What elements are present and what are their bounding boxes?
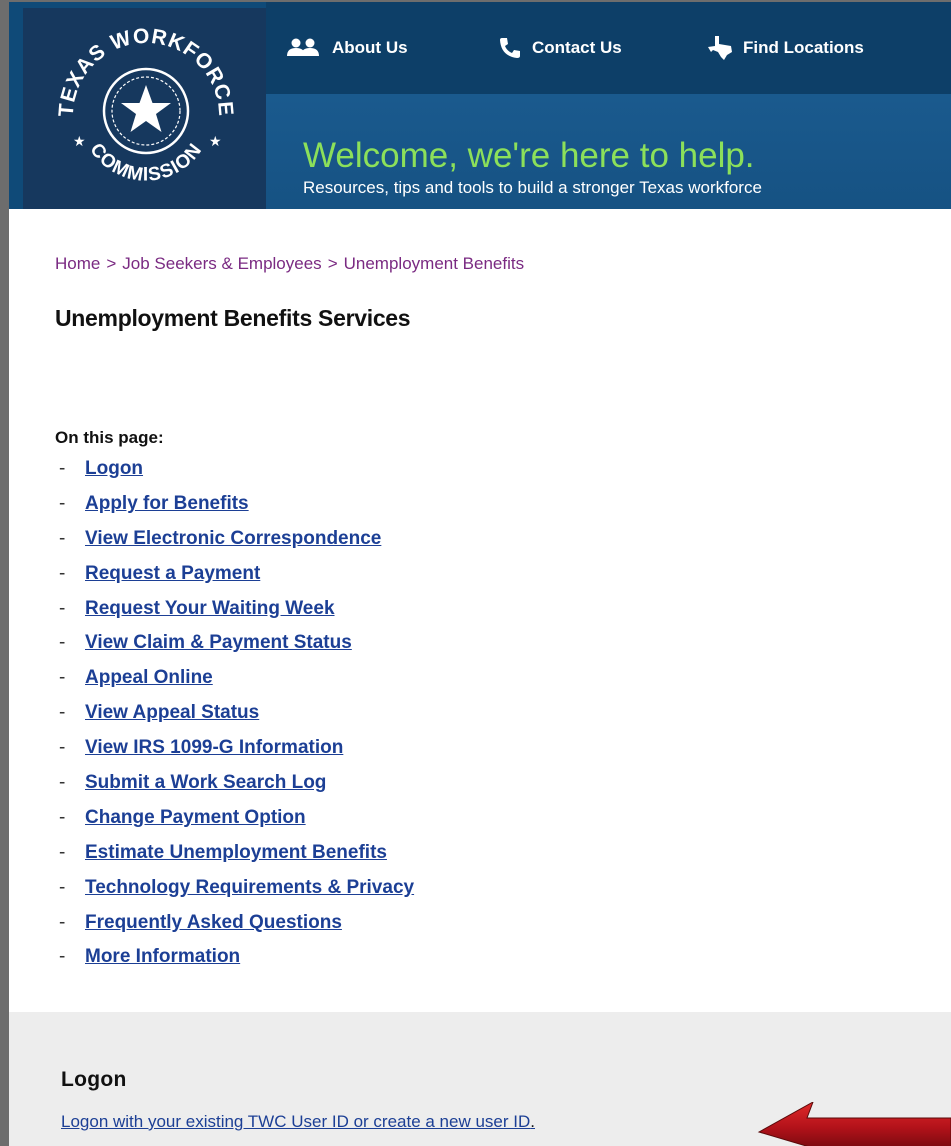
toc-link-view-irs-1099g[interactable]: View IRS 1099-G Information: [85, 737, 343, 759]
svg-text:★: ★: [209, 134, 222, 150]
list-dash: -: [59, 527, 66, 549]
logon-link[interactable]: Logon with your existing TWC User ID or …: [61, 1112, 530, 1131]
toc-link-request-waiting-week[interactable]: Request Your Waiting Week: [85, 598, 335, 620]
top-nav: About Us Contact Us Find Locations: [266, 2, 951, 94]
page-title: Unemployment Benefits Services: [55, 305, 411, 331]
welcome-heading: Welcome, we're here to help.: [303, 136, 755, 175]
toc-link-more-information[interactable]: More Information: [85, 946, 240, 968]
toc-link-apply-for-benefits[interactable]: Apply for Benefits: [85, 493, 249, 515]
red-arrow-icon: [757, 1102, 951, 1146]
texas-map-icon: [708, 36, 732, 60]
welcome-banner: Welcome, we're here to help. Resources, …: [266, 94, 951, 209]
toc-link-faq[interactable]: Frequently Asked Questions: [85, 912, 342, 934]
list-dash: -: [59, 632, 66, 654]
toc-link-view-electronic-correspondence[interactable]: View Electronic Correspondence: [85, 528, 381, 550]
breadcrumb: Home > Job Seekers & Employees > Unemploymen…: [55, 254, 524, 274]
nav-find-locations[interactable]: Find Locations: [707, 36, 864, 60]
toc-link-change-payment-option[interactable]: Change Payment Option: [85, 807, 306, 829]
twc-logo[interactable]: TEXAS WORKFORCE COMMISSION ★ ★: [23, 8, 266, 209]
nav-about-label: About Us: [332, 38, 408, 57]
people-icon: [287, 38, 319, 56]
logon-period: .: [530, 1112, 535, 1131]
list-dash: -: [59, 667, 66, 689]
site-header: TEXAS WORKFORCE COMMISSION ★ ★ About Us …: [9, 2, 951, 209]
twc-seal-icon: TEXAS WORKFORCE COMMISSION ★ ★: [55, 25, 237, 186]
welcome-tagline: Resources, tips and tools to build a str…: [303, 178, 762, 197]
list-item: - Technology Requirements & Privacy: [59, 877, 414, 912]
on-this-page-heading: On this page:: [55, 428, 164, 447]
toc-link-estimate-benefits[interactable]: Estimate Unemployment Benefits: [85, 842, 387, 864]
list-dash: -: [59, 597, 66, 619]
svg-text:★: ★: [73, 134, 86, 150]
breadcrumb-separator: >: [327, 254, 338, 273]
breadcrumb-home[interactable]: Home: [55, 254, 100, 273]
list-dash: -: [59, 806, 66, 828]
list-item: - Estimate Unemployment Benefits: [59, 842, 414, 877]
list-item: - More Information: [59, 946, 414, 981]
list-item: - View Electronic Correspondence: [59, 528, 414, 563]
list-item: - Change Payment Option: [59, 807, 414, 842]
svg-text:COMMISSION: COMMISSION: [85, 139, 206, 185]
nav-contact-label: Contact Us: [532, 38, 622, 57]
breadcrumb-separator: >: [106, 254, 117, 273]
list-dash: -: [59, 458, 66, 479]
list-item: - Frequently Asked Questions: [59, 912, 414, 947]
list-item: - Logon: [59, 458, 414, 493]
list-item: - View IRS 1099-G Information: [59, 737, 414, 772]
list-item: - View Appeal Status: [59, 702, 414, 737]
toc-link-view-appeal-status[interactable]: View Appeal Status: [85, 702, 259, 724]
list-item: - Request a Payment: [59, 563, 414, 598]
list-item: - Appeal Online: [59, 667, 414, 702]
list-dash: -: [59, 876, 66, 898]
toc-link-logon[interactable]: Logon: [85, 458, 143, 480]
phone-icon: [500, 38, 520, 58]
list-dash: -: [59, 911, 66, 933]
list-item: - View Claim & Payment Status: [59, 632, 414, 667]
list-dash: -: [59, 737, 66, 759]
list-dash: -: [59, 946, 66, 968]
list-item: - Request Your Waiting Week: [59, 598, 414, 633]
breadcrumb-current: Unemployment Benefits: [343, 254, 525, 273]
nav-find-label: Find Locations: [743, 38, 864, 57]
toc-link-submit-work-search-log[interactable]: Submit a Work Search Log: [85, 772, 326, 794]
list-dash: -: [59, 492, 66, 514]
on-this-page-list: - Logon - Apply for Benefits - View Electro…: [59, 458, 414, 981]
toc-link-view-claim-payment-status[interactable]: View Claim & Payment Status: [85, 632, 352, 654]
browser-frame: TEXAS WORKFORCE COMMISSION ★ ★ About Us …: [0, 0, 951, 1146]
toc-link-technology-privacy[interactable]: Technology Requirements & Privacy: [85, 877, 414, 899]
list-item: - Submit a Work Search Log: [59, 772, 414, 807]
breadcrumb-job-seekers[interactable]: Job Seekers & Employees: [122, 254, 321, 273]
logon-link-container: Logon with your existing TWC User ID or …: [61, 1112, 535, 1132]
toc-link-request-a-payment[interactable]: Request a Payment: [85, 563, 260, 585]
list-dash: -: [59, 702, 66, 724]
nav-about-us[interactable]: About Us: [286, 36, 408, 60]
list-dash: -: [59, 772, 66, 794]
nav-contact-us[interactable]: Contact Us: [498, 36, 622, 60]
logon-section-title: Logon: [61, 1068, 127, 1091]
list-dash: -: [59, 562, 66, 584]
list-item: - Apply for Benefits: [59, 493, 414, 528]
toc-link-appeal-online[interactable]: Appeal Online: [85, 667, 213, 689]
list-dash: -: [59, 841, 66, 863]
